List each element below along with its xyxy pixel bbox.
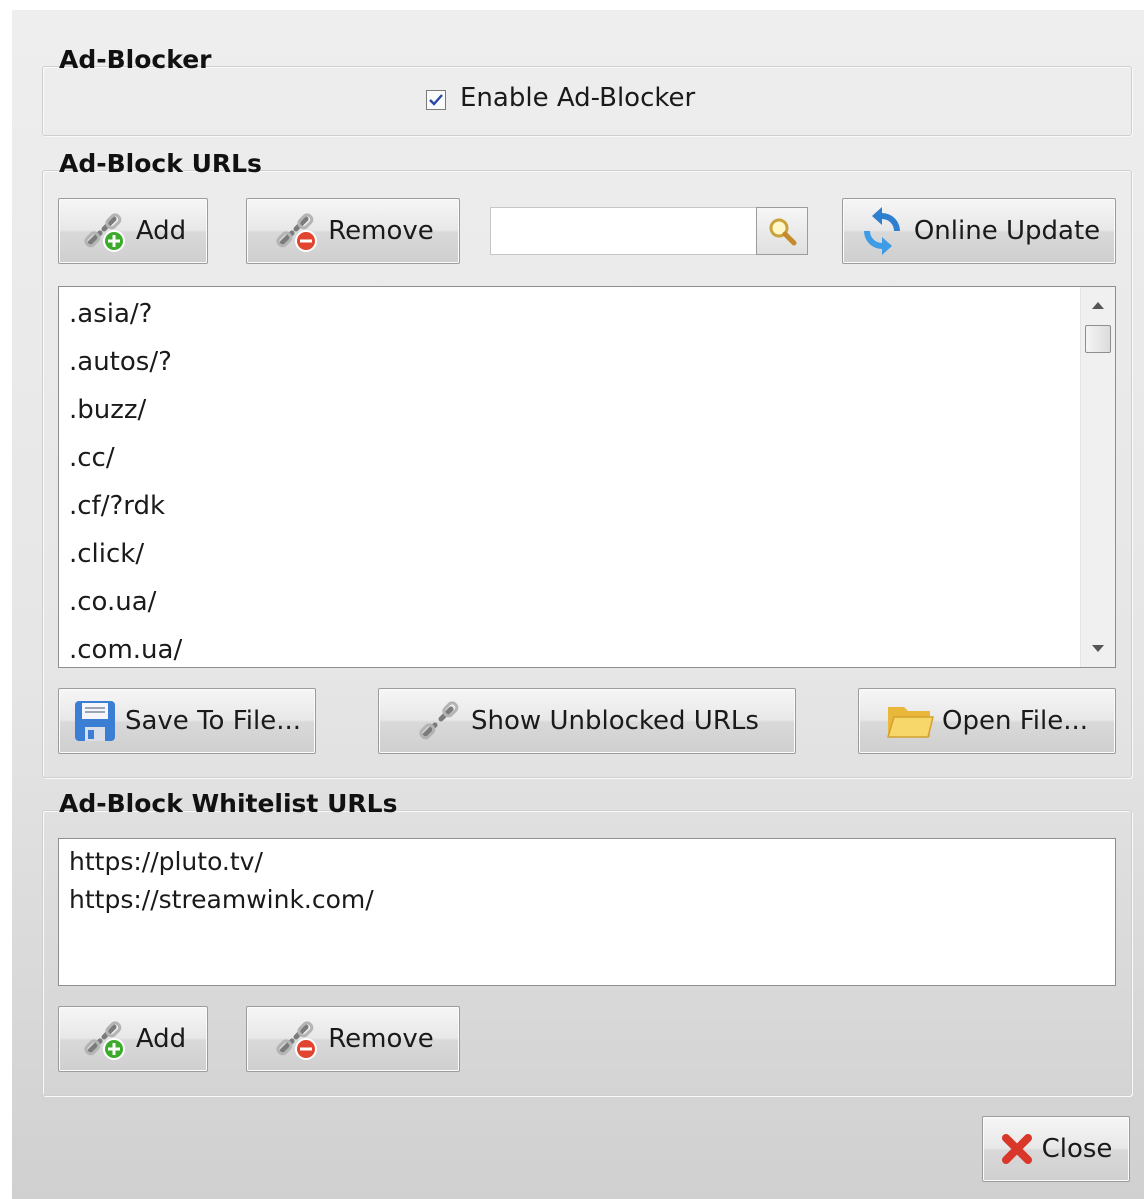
url-search-input[interactable] <box>490 207 756 255</box>
whitelist-line: https://pluto.tv/ <box>69 847 263 876</box>
magnifier-icon <box>769 218 797 246</box>
link-remove-icon <box>276 213 318 252</box>
list-item[interactable]: .cf/?rdk <box>69 482 165 530</box>
remove-whitelist-label: Remove <box>328 1024 434 1054</box>
save-to-file-label: Save To File... <box>124 706 302 736</box>
list-item[interactable]: .autos/? <box>69 338 172 386</box>
save-to-file-button[interactable]: Save To File... <box>58 688 316 754</box>
search-button[interactable] <box>756 207 808 255</box>
enable-adblocker-label[interactable]: Enable Ad-Blocker <box>460 83 695 113</box>
adblock-urls-group-title: Ad-Block URLs <box>59 149 262 178</box>
refresh-icon <box>863 207 900 255</box>
show-unblocked-urls-button[interactable]: Show Unblocked URLs <box>378 688 796 754</box>
whitelist-group-title: Ad-Block Whitelist URLs <box>59 789 398 818</box>
scroll-down-arrow-icon[interactable] <box>1081 631 1115 667</box>
adblock-dialog: Ad-Blocker Enable Ad-Blocker Ad-Block UR… <box>12 10 1144 1199</box>
close-label: Close <box>1041 1134 1113 1164</box>
adblock-url-list[interactable]: .asia/? .autos/? .buzz/ .cc/ .cf/?rdk .c… <box>58 286 1116 668</box>
online-update-button[interactable]: Online Update <box>842 198 1116 264</box>
close-x-icon <box>1001 1134 1032 1164</box>
link-icon <box>419 701 459 740</box>
add-url-button[interactable]: Add <box>58 198 208 264</box>
adblocker-group-title: Ad-Blocker <box>59 45 212 74</box>
floppy-icon <box>74 701 115 741</box>
list-item[interactable]: .co.ua/ <box>69 578 156 626</box>
online-update-label: Online Update <box>913 216 1101 246</box>
list-item[interactable]: .buzz/ <box>69 386 146 434</box>
list-item[interactable]: .com.ua/ <box>69 626 182 667</box>
scroll-up-arrow-icon[interactable] <box>1081 287 1115 323</box>
add-whitelist-label: Add <box>135 1024 187 1054</box>
whitelist-textbox[interactable]: https://pluto.tv/ https://streamwink.com… <box>58 838 1116 986</box>
add-whitelist-button[interactable]: Add <box>58 1006 208 1072</box>
checkmark-icon <box>429 94 443 106</box>
close-button[interactable]: Close <box>982 1116 1130 1182</box>
list-item[interactable]: .click/ <box>69 530 144 578</box>
remove-url-label: Remove <box>328 216 434 246</box>
link-add-icon <box>84 213 125 252</box>
add-url-label: Add <box>135 216 187 246</box>
whitelist-line: https://streamwink.com/ <box>69 885 374 914</box>
link-add-icon <box>84 1021 125 1060</box>
list-scrollbar[interactable] <box>1080 287 1115 667</box>
open-file-label: Open File... <box>941 706 1088 736</box>
scrollbar-thumb[interactable] <box>1085 325 1111 353</box>
link-remove-icon <box>276 1021 318 1060</box>
enable-adblocker-checkbox[interactable] <box>426 90 446 110</box>
remove-whitelist-button[interactable]: Remove <box>246 1006 460 1072</box>
show-unblocked-label: Show Unblocked URLs <box>471 706 759 736</box>
remove-url-button[interactable]: Remove <box>246 198 460 264</box>
list-item[interactable]: .asia/? <box>69 290 152 338</box>
list-item[interactable]: .cc/ <box>69 434 115 482</box>
folder-icon <box>886 707 934 738</box>
open-file-button[interactable]: Open File... <box>858 688 1116 754</box>
